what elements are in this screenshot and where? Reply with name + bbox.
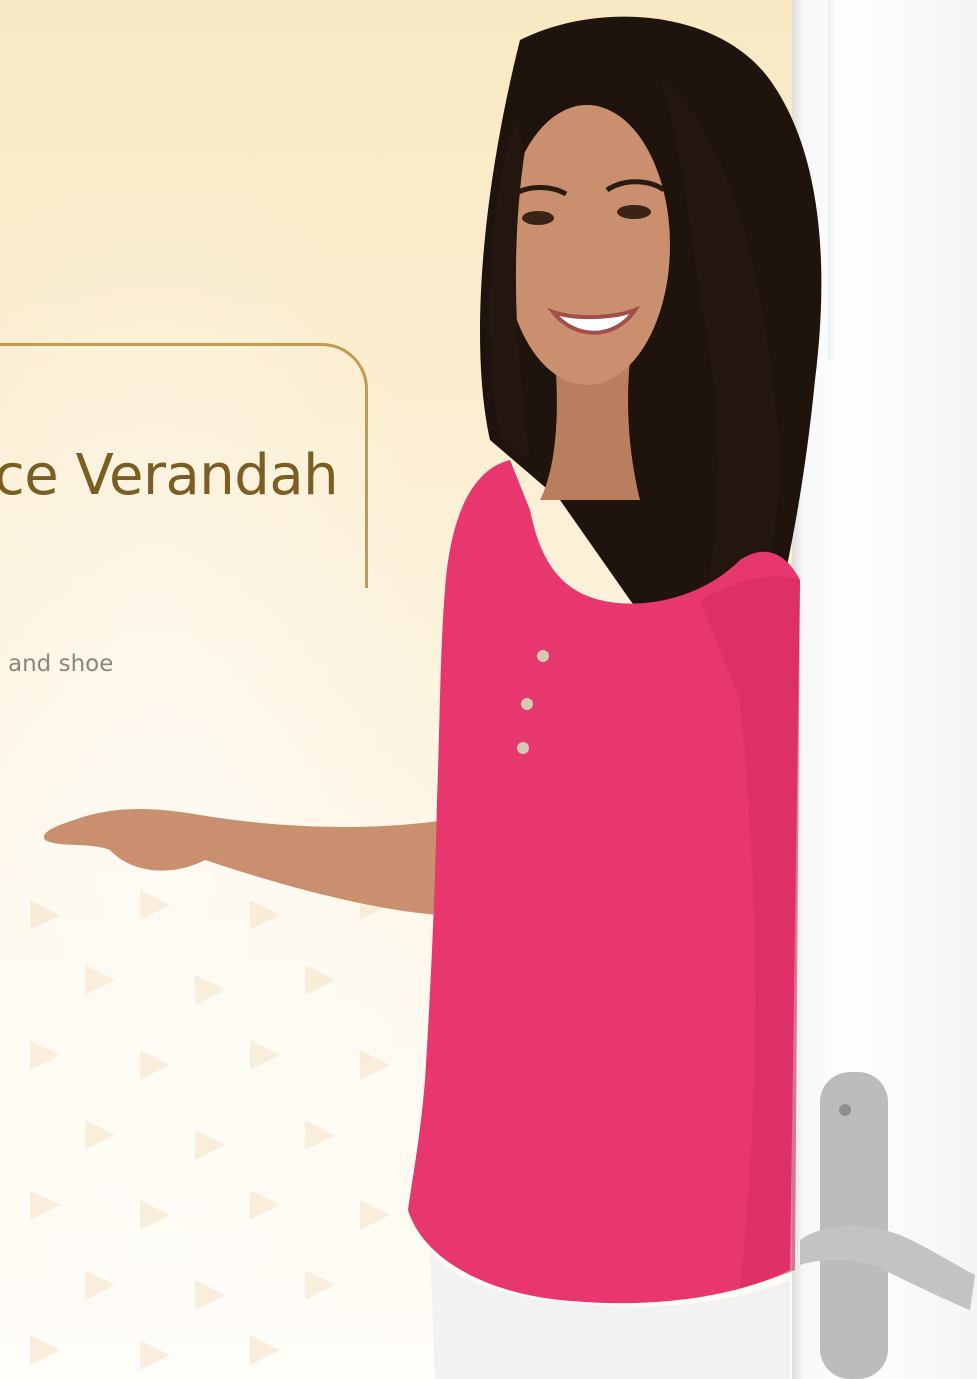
door-screw bbox=[839, 1104, 851, 1116]
hero-banner: ce Verandah and shoe bbox=[0, 0, 977, 1379]
shirt-button bbox=[517, 742, 529, 754]
face bbox=[504, 105, 670, 385]
left-eye bbox=[522, 211, 554, 225]
shirt-button bbox=[537, 650, 549, 662]
door-plate bbox=[820, 1072, 888, 1379]
shirt-button bbox=[521, 698, 533, 710]
arm bbox=[44, 809, 445, 915]
right-eye bbox=[617, 205, 651, 219]
woman-photo bbox=[44, 16, 975, 1379]
